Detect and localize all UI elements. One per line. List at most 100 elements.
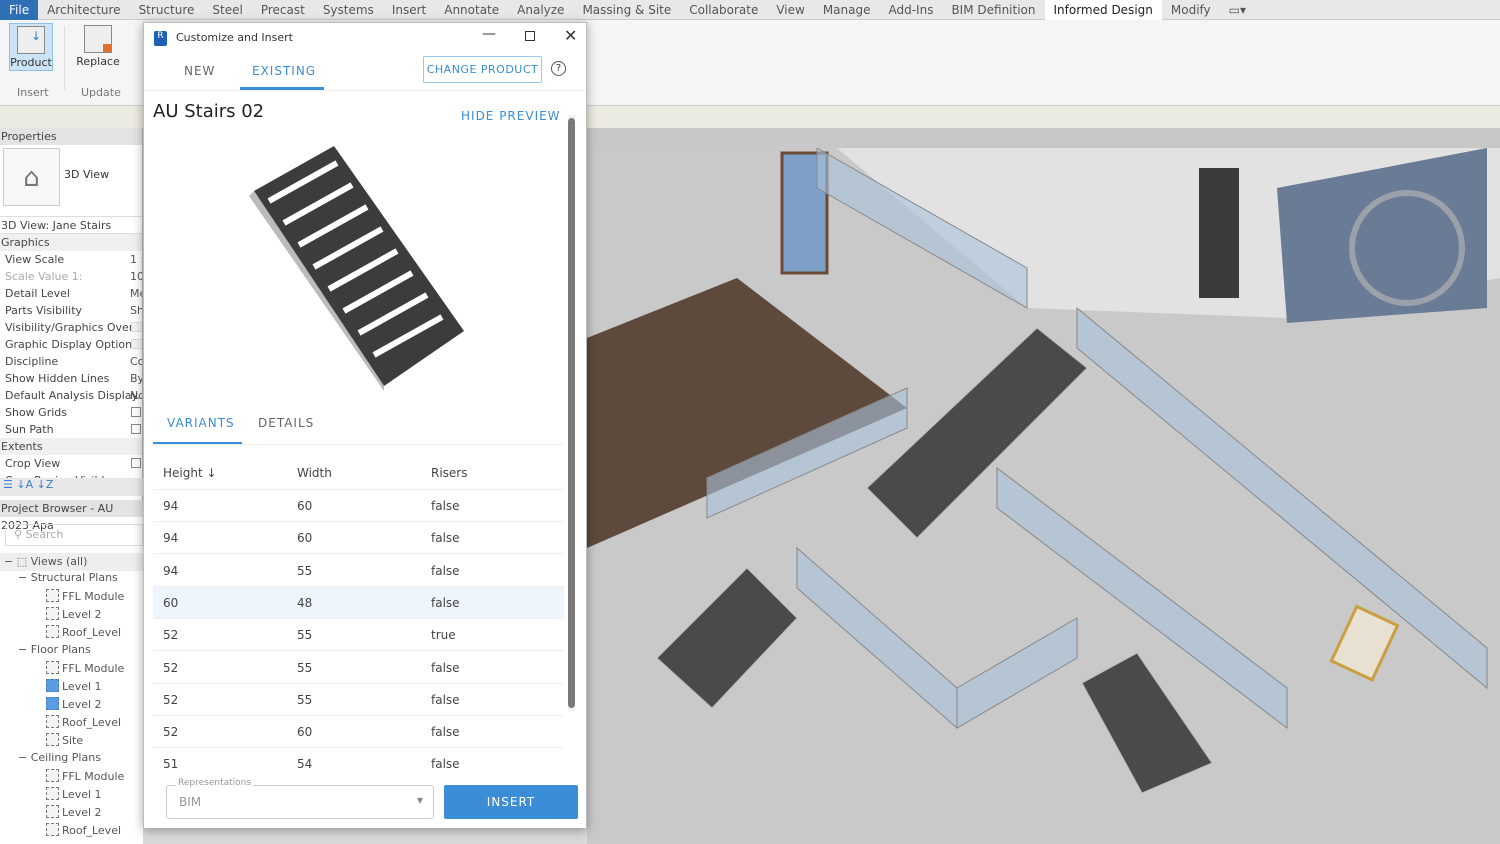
- sort-az-icon[interactable]: ↓A: [16, 478, 33, 491]
- browser-search[interactable]: ⚲ Search: [5, 524, 143, 546]
- tree-item[interactable]: Site: [46, 733, 83, 747]
- ribbon-tab-bim-definition[interactable]: BIM Definition: [942, 0, 1044, 20]
- prop-value[interactable]: Sh: [130, 302, 142, 319]
- tree-group[interactable]: − Ceiling Plans: [18, 751, 101, 764]
- tree-item[interactable]: FFL Module: [46, 769, 124, 783]
- ribbon-tab-structure[interactable]: Structure: [130, 0, 204, 20]
- variant-row[interactable]: 9455false: [153, 555, 564, 587]
- tree-item[interactable]: Level 2: [46, 805, 102, 819]
- quick-access-dropdown-icon[interactable]: ▭▾: [1220, 0, 1255, 20]
- ribbon-tab-precast[interactable]: Precast: [252, 0, 314, 20]
- replace-button[interactable]: Replace: [76, 23, 120, 71]
- prop-value[interactable]: 10: [130, 268, 142, 285]
- ribbon-tab-insert[interactable]: Insert: [383, 0, 435, 20]
- ribbon-tab-analyze[interactable]: Analyze: [508, 0, 573, 20]
- variant-row[interactable]: 5260false: [153, 716, 564, 748]
- edit-button[interactable]: [131, 339, 142, 349]
- prop-row-crop-view[interactable]: Crop View: [0, 455, 142, 472]
- tree-item-label: Site: [62, 734, 83, 747]
- cell-width: 55: [297, 693, 312, 707]
- maximize-button[interactable]: [525, 31, 535, 41]
- ribbon-tab-modify[interactable]: Modify: [1162, 0, 1220, 20]
- insert-button[interactable]: INSERT: [444, 785, 578, 819]
- variant-row[interactable]: 5154false: [153, 748, 564, 780]
- instance-selector[interactable]: 3D View: Jane Stairs: [0, 217, 142, 234]
- variant-row[interactable]: 5255false: [153, 652, 564, 684]
- scrollbar-thumb[interactable]: [568, 118, 575, 708]
- tab-existing[interactable]: EXISTING: [252, 64, 316, 78]
- variant-row[interactable]: 9460false: [153, 490, 564, 522]
- variant-row[interactable]: 9460false: [153, 522, 564, 554]
- type-selector[interactable]: ⌂ 3D View: [0, 145, 142, 217]
- ribbon-tab-systems[interactable]: Systems: [314, 0, 383, 20]
- prop-row[interactable]: View Scale1 :: [0, 251, 142, 268]
- tree-item[interactable]: Level 2: [46, 697, 102, 711]
- help-icon[interactable]: ?: [551, 61, 566, 76]
- view-plan-icon: [46, 769, 59, 782]
- tree-item[interactable]: FFL Module: [46, 589, 124, 603]
- prop-value[interactable]: By: [130, 370, 142, 387]
- change-product-button[interactable]: CHANGE PRODUCT: [423, 56, 542, 83]
- categorize-icon[interactable]: ☰: [3, 478, 13, 491]
- close-button[interactable]: ✕: [564, 26, 577, 45]
- column-risers[interactable]: Risers: [431, 466, 468, 480]
- prop-row[interactable]: Parts Visibility Sh: [0, 302, 142, 319]
- checkbox[interactable]: [131, 407, 141, 417]
- column-height[interactable]: Height ↓: [163, 466, 217, 480]
- column-width[interactable]: Width: [297, 466, 332, 480]
- sort-za-icon[interactable]: ↓Z: [37, 478, 54, 491]
- ribbon-tab-massing-site[interactable]: Massing & Site: [573, 0, 680, 20]
- prop-label: Parts Visibility: [5, 304, 82, 317]
- product-button[interactable]: ↓ Product: [9, 23, 53, 71]
- scrollbar[interactable]: [568, 115, 575, 711]
- tree-group[interactable]: − Floor Plans: [18, 643, 91, 656]
- tree-item[interactable]: Level 1: [46, 679, 102, 693]
- prop-row[interactable]: Default Analysis Display...No: [0, 387, 142, 404]
- prop-value[interactable]: Co: [130, 353, 142, 370]
- prop-row[interactable]: Detail LevelMe: [0, 285, 142, 302]
- view-plan-icon: [46, 607, 59, 620]
- prop-row[interactable]: Graphic Display Options: [0, 336, 142, 353]
- ribbon-tab-annotate[interactable]: Annotate: [435, 0, 508, 20]
- variant-row[interactable]: 5255false: [153, 684, 564, 716]
- checkbox[interactable]: [131, 458, 141, 468]
- tree-item[interactable]: Roof_Level: [46, 625, 121, 639]
- tree-root[interactable]: − ⬚ Views (all): [0, 553, 143, 571]
- ribbon-tab-informed-design[interactable]: Informed Design: [1045, 0, 1162, 20]
- hide-preview-button[interactable]: HIDE PREVIEW: [461, 109, 561, 123]
- tree-item[interactable]: Level 1: [46, 787, 102, 801]
- tab-new[interactable]: NEW: [184, 64, 215, 78]
- variant-row[interactable]: 5255true: [153, 619, 564, 651]
- 3d-viewport[interactable]: [587, 148, 1500, 844]
- ribbon-tab-architecture[interactable]: Architecture: [38, 0, 129, 20]
- tree-item[interactable]: FFL Module: [46, 661, 124, 675]
- tree-item-label: FFL Module: [62, 662, 124, 675]
- representations-select[interactable]: BIM ▼: [166, 785, 434, 819]
- prop-row[interactable]: Show Hidden LinesBy: [0, 370, 142, 387]
- prop-row[interactable]: Scale Value 1:10: [0, 268, 142, 285]
- tab-details[interactable]: DETAILS: [258, 416, 314, 430]
- checkbox[interactable]: [131, 424, 141, 434]
- variant-row[interactable]: 6048false: [153, 587, 564, 619]
- prop-value[interactable]: Me: [130, 285, 142, 302]
- minimize-button[interactable]: —: [482, 26, 496, 42]
- ribbon-tab-manage[interactable]: Manage: [814, 0, 880, 20]
- prop-row[interactable]: Visibility/Graphics Overr...: [0, 319, 142, 336]
- edit-button[interactable]: [131, 322, 142, 332]
- tree-item[interactable]: Level 2: [46, 607, 102, 621]
- prop-row[interactable]: Show Grids: [0, 404, 142, 421]
- prop-row[interactable]: DisciplineCo: [0, 353, 142, 370]
- tree-group[interactable]: − Structural Plans: [18, 571, 118, 584]
- tree-group-label: Structural Plans: [31, 571, 118, 584]
- ribbon-tab-view[interactable]: View: [767, 0, 813, 20]
- tab-variants[interactable]: VARIANTS: [167, 416, 235, 430]
- ribbon-tab-add-ins[interactable]: Add-Ins: [879, 0, 942, 20]
- prop-row[interactable]: Sun Path: [0, 421, 142, 438]
- tree-item[interactable]: Roof_Level: [46, 823, 121, 837]
- prop-value[interactable]: 1 :: [130, 251, 142, 268]
- ribbon-tab-collaborate[interactable]: Collaborate: [680, 0, 767, 20]
- ribbon-tab-file[interactable]: File: [0, 0, 38, 20]
- prop-value[interactable]: No: [130, 387, 142, 404]
- tree-item[interactable]: Roof_Level: [46, 715, 121, 729]
- ribbon-tab-steel[interactable]: Steel: [203, 0, 251, 20]
